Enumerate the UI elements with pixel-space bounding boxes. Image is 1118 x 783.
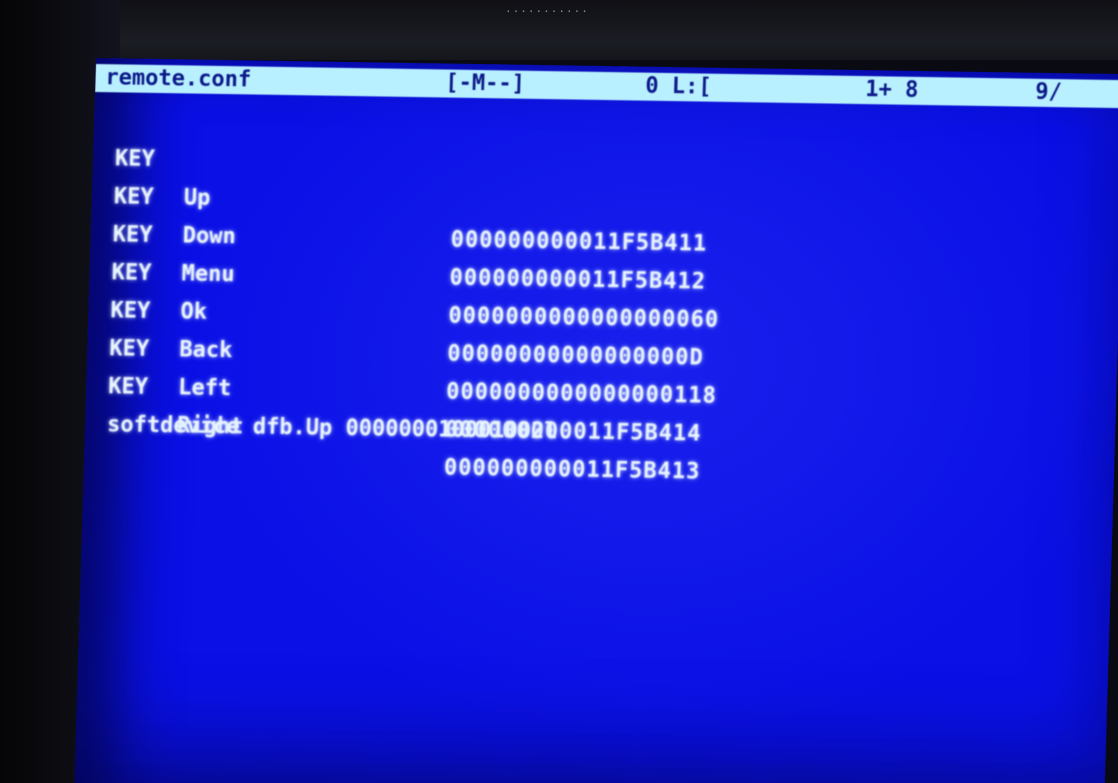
status-position: 0 L:[ [644, 73, 712, 100]
line-key-code: 0000000000000000060 [448, 303, 720, 333]
editor-line[interactable]: KEY Left 000000000011F5B414 [109, 292, 702, 446]
photo-frame: ........... remote.conf [-M--] 0 L:[ 1+ … [0, 0, 1118, 783]
status-filename: remote.conf [105, 65, 252, 93]
editor-status-bar: remote.conf [-M--] 0 L:[ 1+ 8 9/ [94, 63, 1118, 109]
line-key-code: 0000000000000000118 [445, 379, 718, 409]
status-chars: 1+ 8 [864, 77, 919, 103]
editor-text-area[interactable]: KEY Up 000000000011F5B411 KEY Down 00000… [107, 102, 720, 484]
bezel-label: ........... [505, 2, 589, 15]
line-key-code: 000000000011F5B413 [443, 455, 701, 485]
editor-line[interactable]: KEY Menu 0000000000000000060 [112, 178, 719, 333]
terminal-screen[interactable]: remote.conf [-M--] 0 L:[ 1+ 8 9/ KEY Up … [74, 58, 1118, 783]
editor-line[interactable]: KEY Back 0000000000000000118 [110, 254, 717, 409]
status-percent: 9/ [1034, 79, 1063, 106]
editor-line[interactable]: softdevice dfb.Up 000000010001002l [107, 368, 558, 444]
editor-line[interactable]: KEY Up 000000000011F5B411 [115, 102, 708, 256]
line-key-code: 00000000000000000D [446, 341, 705, 371]
line-key-code: 000000000011F5B411 [450, 227, 708, 257]
editor-line[interactable]: KEY Ok 00000000000000000D [111, 216, 704, 370]
monitor-top-bezel: ........... [0, 0, 1118, 60]
line-text: softdevice dfb.Up 000000010001002l [106, 412, 558, 445]
line-key-code: 000000000011F5B412 [449, 265, 707, 295]
editor-line[interactable]: KEY Down 000000000011F5B412 [114, 140, 707, 294]
status-mode: [-M--] [445, 70, 526, 97]
editor-line[interactable]: KEY Right 000000000011F5B413 [108, 330, 701, 484]
